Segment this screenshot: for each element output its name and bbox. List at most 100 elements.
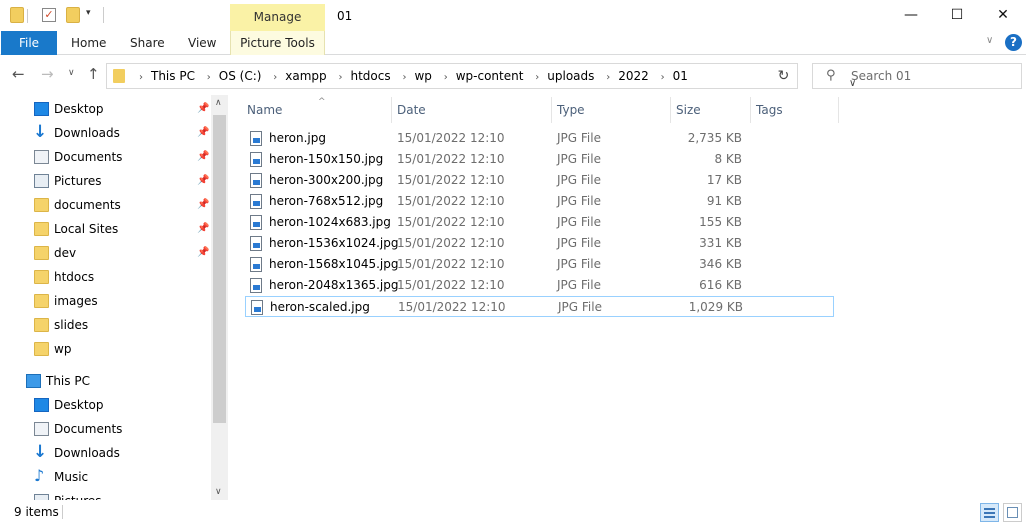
up-arrow-icon[interactable]: ↑ (87, 65, 100, 83)
tab-view[interactable]: View (188, 31, 216, 55)
file-size: 91 KB (706, 194, 742, 208)
breadcrumb-htdocs[interactable]: htdocs (351, 69, 391, 83)
folder-icon (34, 294, 49, 308)
new-folder-icon[interactable] (66, 7, 80, 23)
pin-icon[interactable]: 📌 (197, 127, 209, 138)
scroll-down-icon[interactable]: ∨ (215, 487, 222, 497)
file-row[interactable]: heron-768x512.jpg 15/01/2022 12:10 JPG F… (245, 191, 834, 212)
help-icon[interactable]: ? (1005, 34, 1022, 51)
customize-qa-icon[interactable]: ▾ (86, 8, 91, 18)
back-arrow-icon[interactable]: ← (12, 65, 25, 83)
search-input[interactable] (851, 64, 1016, 88)
pin-icon[interactable]: 📌 (197, 151, 209, 162)
file-date: 15/01/2022 12:10 (397, 236, 505, 250)
chevron-right-icon[interactable]: › (653, 72, 673, 83)
nav-item-label: dev (54, 246, 77, 260)
chevron-right-icon[interactable]: › (598, 72, 618, 83)
breadcrumb-os-c[interactable]: OS (C:) (219, 69, 262, 83)
pin-icon[interactable]: 📌 (197, 247, 209, 258)
column-header-type[interactable]: Type (552, 97, 671, 123)
file-row[interactable]: heron-300x200.jpg 15/01/2022 12:10 JPG F… (245, 170, 834, 191)
manage-tab[interactable]: Manage (230, 4, 325, 31)
nav-item-label: htdocs (54, 270, 95, 284)
recent-locations-icon[interactable]: ∨ (68, 68, 75, 78)
breadcrumb-this-pc[interactable]: This PC (151, 69, 195, 83)
breadcrumb-xampp[interactable]: xampp (285, 69, 326, 83)
tab-home[interactable]: Home (71, 31, 106, 55)
file-list: ^ Name Date Type Size Tags heron.jpg 15/… (236, 95, 1026, 500)
breadcrumb-2022[interactable]: 2022 (618, 69, 649, 83)
navigation-bar: ← → ∨ ↑ › This PC › OS (C:) › xampp › htdocs… (0, 55, 1026, 95)
large-icons-view-button[interactable] (1003, 503, 1022, 522)
jpg-file-icon (250, 152, 262, 167)
minimize-button[interactable]: — (888, 0, 934, 31)
pin-icon[interactable]: 📌 (197, 199, 209, 210)
file-size: 17 KB (706, 173, 742, 187)
file-row-selected[interactable]: heron-scaled.jpg 15/01/2022 12:10 JPG Fi… (245, 296, 834, 317)
column-header-size[interactable]: Size (671, 97, 751, 123)
tab-share[interactable]: Share (130, 31, 165, 55)
title-bar: ✓ ▾ Manage 01 — ☐ ✕ (0, 0, 1026, 31)
file-row[interactable]: heron-2048x1365.jpg 15/01/2022 12:10 JPG… (245, 275, 834, 296)
chevron-right-icon[interactable]: › (527, 72, 547, 83)
properties-icon[interactable]: ✓ (42, 8, 56, 22)
downloads-icon (33, 441, 49, 463)
file-row[interactable]: heron.jpg 15/01/2022 12:10 JPG File 2,73… (245, 128, 834, 149)
file-row[interactable]: heron-150x150.jpg 15/01/2022 12:10 JPG F… (245, 149, 834, 170)
nav-pane-scrollbar[interactable]: ∧ ∨ (211, 95, 228, 500)
file-type: JPG File (557, 236, 601, 250)
pin-icon[interactable]: 📌 (197, 103, 209, 114)
tab-picture-tools[interactable]: Picture Tools (230, 31, 325, 55)
file-name: heron-1568x1045.jpg (269, 257, 399, 271)
chevron-right-icon[interactable]: › (394, 72, 414, 83)
documents-icon (34, 150, 49, 164)
forward-arrow-icon[interactable]: → (41, 65, 54, 83)
file-date: 15/01/2022 12:10 (397, 131, 505, 145)
breadcrumb-uploads[interactable]: uploads (547, 69, 594, 83)
address-bar[interactable]: › This PC › OS (C:) › xampp › htdocs › wp › wp… (106, 63, 856, 89)
column-header-label: Name (247, 103, 283, 117)
ribbon-tabs: File Home Share View Picture Tools ∨ ? (0, 31, 1026, 55)
folder-icon (113, 69, 125, 83)
search-box[interactable]: ⚲ (812, 63, 1022, 89)
chevron-right-icon[interactable]: › (265, 72, 285, 83)
details-view-button[interactable] (980, 503, 999, 522)
breadcrumb-wp[interactable]: wp (414, 69, 431, 83)
jpg-file-icon (250, 215, 262, 230)
expand-ribbon-icon[interactable]: ∨ (986, 35, 993, 46)
pin-icon[interactable]: 📌 (197, 175, 209, 186)
file-row[interactable]: heron-1024x683.jpg 15/01/2022 12:10 JPG … (245, 212, 834, 233)
file-type: JPG File (557, 278, 601, 292)
file-name: heron-1536x1024.jpg (269, 236, 399, 250)
column-header-name[interactable]: ^ Name (242, 97, 392, 123)
breadcrumb-01[interactable]: 01 (673, 69, 688, 83)
jpg-file-icon (250, 257, 262, 272)
nav-item-label: Downloads (54, 126, 120, 140)
maximize-button[interactable]: ☐ (934, 0, 980, 31)
column-header-date[interactable]: Date (392, 97, 552, 123)
nav-item-label: Desktop (54, 398, 104, 412)
chevron-right-icon[interactable]: › (436, 72, 456, 83)
chevron-right-icon[interactable]: › (131, 72, 151, 83)
folder-icon[interactable] (10, 7, 24, 23)
refresh-button[interactable]: ↻ (770, 63, 798, 89)
file-size: 616 KB (699, 278, 742, 292)
scrollbar-thumb[interactable] (213, 115, 226, 423)
desktop-icon (34, 102, 49, 116)
details-view-icon (984, 508, 995, 510)
file-date: 15/01/2022 12:10 (398, 300, 506, 314)
chevron-right-icon[interactable]: › (199, 72, 219, 83)
chevron-right-icon[interactable]: › (331, 72, 351, 83)
scroll-up-icon[interactable]: ∧ (215, 98, 222, 108)
nav-item-label: documents (54, 198, 121, 212)
pin-icon[interactable]: 📌 (197, 223, 209, 234)
column-header-tags[interactable]: Tags (751, 97, 839, 123)
column-header-label: Date (397, 103, 426, 117)
file-type: JPG File (557, 152, 601, 166)
file-row[interactable]: heron-1536x1024.jpg 15/01/2022 12:10 JPG… (245, 233, 834, 254)
close-button[interactable]: ✕ (980, 0, 1026, 31)
tab-file[interactable]: File (1, 31, 57, 55)
jpg-file-icon (250, 278, 262, 293)
breadcrumb-wp-content[interactable]: wp-content (456, 69, 524, 83)
file-row[interactable]: heron-1568x1045.jpg 15/01/2022 12:10 JPG… (245, 254, 834, 275)
